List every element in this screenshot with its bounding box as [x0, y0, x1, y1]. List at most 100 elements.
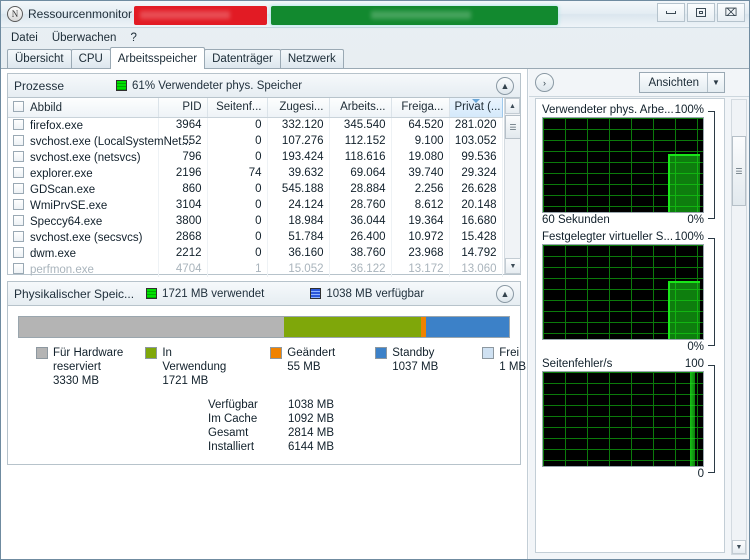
- tab-cpu[interactable]: CPU: [70, 49, 111, 68]
- memory-stat-value: 2814 MB: [287, 427, 334, 439]
- column-header-zugesichert[interactable]: Zugesi...: [267, 98, 330, 118]
- column-header-seitenfehler[interactable]: Seitenf...: [207, 98, 268, 118]
- right-pane-scrollbar[interactable]: ☰ ▼: [731, 99, 747, 555]
- minimize-icon: [666, 11, 676, 14]
- expand-panel-button[interactable]: ›: [535, 73, 554, 92]
- graph-plot-area: [668, 153, 700, 212]
- process-name-label: svchost.exe (LocalSystemNet...: [30, 135, 192, 148]
- row-checkbox[interactable]: [13, 166, 24, 178]
- table-row[interactable]: WmiPrvSE.exe 3104 0 24.124 28.760 8.612 20.148: [8, 197, 503, 213]
- memory-stat-value: 1038 MB: [287, 399, 334, 411]
- legend-text: Frei 1 MB: [499, 346, 526, 374]
- process-faults-cell: 1: [207, 261, 268, 277]
- row-checkbox[interactable]: [13, 150, 24, 162]
- table-row[interactable]: svchost.exe (netsvcs) 796 0 193.424 118.616 1…: [8, 149, 503, 165]
- row-checkbox[interactable]: [13, 182, 24, 194]
- views-label: Ansichten: [648, 76, 699, 89]
- tab-netzwerk[interactable]: Netzwerk: [279, 49, 344, 68]
- minimize-button[interactable]: [657, 3, 685, 22]
- restore-button[interactable]: [687, 3, 715, 22]
- chevron-down-icon: ▼: [707, 73, 724, 92]
- close-button[interactable]: ⌧: [717, 3, 745, 22]
- scroll-down-button[interactable]: ▼: [505, 258, 521, 274]
- process-working-set-cell: 38.760: [329, 245, 392, 261]
- select-all-checkbox[interactable]: [13, 100, 24, 112]
- tab-strip: Übersicht CPU Arbeitsspeicher Datenträge…: [1, 47, 749, 69]
- table-row[interactable]: perfmon.exe 4704 1 15.052 36.122 13.172 13.060: [8, 261, 503, 277]
- column-header-arbeitssatz[interactable]: Arbeits...: [329, 98, 392, 118]
- memory-available-label: 1038 MB verfügbar: [326, 287, 425, 300]
- processes-vertical-scrollbar[interactable]: ▲ ☰ ▼: [504, 98, 521, 274]
- table-row[interactable]: dwm.exe 2212 0 36.160 38.760 23.968 14.792: [8, 245, 503, 261]
- legend-value: 3330 MB: [53, 375, 100, 387]
- process-pid-cell: 3104: [158, 197, 208, 213]
- table-row[interactable]: GDScan.exe 860 0 545.188 28.884 2.256 26.628: [8, 181, 503, 197]
- menu-item-ueberwachen[interactable]: Überwachen: [52, 32, 117, 44]
- processes-panel: Prozesse 61% Verwendeter phys. Speicher …: [7, 73, 521, 277]
- graph-block: Seitenfehler/s 100 0: [542, 357, 718, 482]
- row-checkbox[interactable]: [13, 230, 24, 242]
- memory-collapse-button[interactable]: ▲: [496, 285, 514, 303]
- column-header-freigegeben[interactable]: Freiga...: [391, 98, 450, 118]
- table-row[interactable]: Speccy64.exe 3800 0 18.984 36.044 19.364 16.68…: [8, 213, 503, 229]
- memory-segment-inuse: [284, 317, 422, 337]
- right-scroll-down-button[interactable]: ▼: [732, 540, 746, 554]
- processes-panel-title: Prozesse: [14, 78, 65, 93]
- processes-collapse-button[interactable]: ▲: [496, 77, 514, 95]
- process-private-cell: 281.020: [449, 117, 503, 133]
- process-shareable-cell: 2.256: [391, 181, 450, 197]
- process-name-cell: dwm.exe: [8, 245, 159, 261]
- legend-label-line1: Für Hardware: [53, 347, 124, 359]
- memory-panel-header[interactable]: Physikalischer Speic... 1721 MB verwende…: [8, 282, 520, 306]
- menu-item-help[interactable]: ?: [130, 32, 136, 44]
- process-name-cell: WmiPrvSE.exe: [8, 197, 159, 213]
- process-pid-cell: 3800: [158, 213, 208, 229]
- redaction-bar-green: [271, 6, 558, 25]
- row-checkbox[interactable]: [13, 198, 24, 210]
- table-row[interactable]: firefox.exe 3964 0 332.120 345.540 64.520 281.…: [8, 117, 503, 133]
- process-pid-cell: 4704: [158, 261, 208, 277]
- close-icon: ⌧: [724, 7, 738, 19]
- chevron-up-icon: ▲: [500, 289, 510, 299]
- column-header-pid[interactable]: PID: [158, 98, 208, 118]
- process-commit-cell: 18.984: [267, 213, 330, 229]
- process-faults-cell: 0: [207, 197, 268, 213]
- column-header-privat[interactable]: Privat (...: [448, 98, 503, 118]
- right-scrollbar-thumb[interactable]: ☰: [732, 136, 746, 206]
- graph-max-label: 100%: [674, 231, 704, 243]
- sort-descending-icon: [471, 99, 480, 103]
- tab-arbeitsspeicher[interactable]: Arbeitsspeicher: [109, 47, 206, 69]
- title-bar: N Ressourcenmonitor ⌧: [1, 1, 749, 28]
- scroll-up-button[interactable]: ▲: [505, 98, 520, 114]
- table-row[interactable]: explorer.exe 2196 74 39.632 69.064 39.740 29.3…: [8, 165, 503, 181]
- graph-scale-bracket: [708, 238, 715, 346]
- column-header-abbild[interactable]: Abbild: [8, 98, 159, 118]
- tab-datentraeger[interactable]: Datenträger: [204, 49, 281, 68]
- process-pid-cell: 2196: [158, 165, 208, 181]
- scrollbar-thumb[interactable]: ☰: [505, 115, 521, 139]
- table-row[interactable]: svchost.exe (secsvcs) 2868 0 51.784 26.400 10…: [8, 229, 503, 245]
- process-working-set-cell: 28.760: [329, 197, 392, 213]
- row-checkbox[interactable]: [13, 118, 24, 130]
- process-pid-cell: 3964: [158, 117, 208, 133]
- processes-panel-header[interactable]: Prozesse 61% Verwendeter phys. Speicher …: [8, 74, 520, 98]
- process-name-label: explorer.exe: [30, 167, 93, 180]
- legend-color-swatch: [36, 347, 48, 359]
- legend-color-swatch: [145, 347, 158, 359]
- legend-color-swatch: [270, 347, 283, 359]
- table-row[interactable]: svchost.exe (LocalSystemNet... 552 0 107.27…: [8, 133, 503, 149]
- menu-item-datei[interactable]: Datei: [11, 32, 38, 44]
- legend-color-swatch: [375, 347, 388, 359]
- process-shareable-cell: 10.972: [391, 229, 450, 245]
- row-checkbox[interactable]: [13, 134, 24, 146]
- row-checkbox[interactable]: [13, 246, 24, 258]
- graph-caption: Seitenfehler/s 100: [542, 357, 718, 371]
- process-commit-cell: 51.784: [267, 229, 330, 245]
- tab-uebersicht[interactable]: Übersicht: [7, 49, 72, 68]
- memory-stat-row: Gesamt 2814 MB: [208, 426, 520, 440]
- memory-legend: Für Hardware reserviert 3330 MB In Verwendun…: [8, 338, 526, 388]
- views-dropdown[interactable]: Ansichten ▼: [639, 72, 725, 93]
- row-checkbox[interactable]: [13, 262, 24, 274]
- row-checkbox[interactable]: [13, 214, 24, 226]
- process-commit-cell: 15.052: [267, 261, 330, 277]
